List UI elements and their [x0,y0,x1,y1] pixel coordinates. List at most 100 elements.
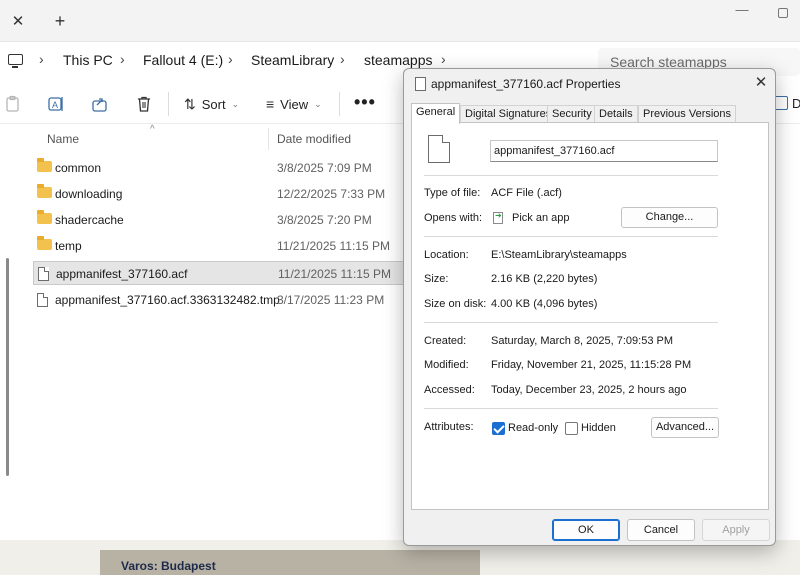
view-icon: ≡ [266,96,275,112]
details-pane-label[interactable]: D [792,96,800,111]
size-on-disk-value: 4.00 KB (4,096 bytes) [491,298,598,310]
svg-text:A: A [52,100,58,110]
item-date: 3/8/2025 7:20 PM [277,213,372,227]
properties-dialog: appmanifest_377160.acf Properties ✕ Gene… [403,68,776,546]
breadcrumb-this-pc[interactable]: This PC [63,52,113,68]
file-icon [38,267,49,281]
vertical-scrollbar[interactable] [6,258,9,476]
dialog-tabs: General Digital Signatures Security Deta… [411,103,771,124]
item-name: downloading [55,187,123,201]
more-options-button[interactable]: ••• [354,92,376,113]
item-name: temp [55,239,82,253]
sort-icon: ⇅ [184,95,196,112]
general-tab-panel: Type of file: ACF File (.acf) Opens with… [411,122,769,510]
chevron-right-icon[interactable]: › [39,51,44,67]
divider [424,175,718,176]
modified-label: Modified: [424,359,469,371]
item-date: 3/8/2025 7:09 PM [277,161,372,175]
type-value: ACF File (.acf) [491,187,562,199]
location-label: Location: [424,249,469,261]
size-value: 2.16 KB (2,220 bytes) [491,273,598,285]
item-name: appmanifest_377160.acf [56,267,188,281]
modified-value: Friday, November 21, 2025, 11:15:28 PM [491,359,692,371]
close-tab-icon[interactable]: ✕ [8,12,28,32]
sort-label: Sort [201,96,226,112]
breadcrumb-steamlibrary[interactable]: SteamLibrary [251,52,334,68]
view-button[interactable]: ≡ View ⌄ [266,94,322,114]
tab-previous-versions[interactable]: Previous Versions [638,105,737,123]
pick-app-icon [493,211,503,224]
size-label: Size: [424,273,449,285]
tab-digital-signatures[interactable]: Digital Signatures [460,105,557,123]
view-label: View [280,96,309,112]
tab-security[interactable]: Security [547,105,597,123]
change-button[interactable]: Change... [621,207,718,228]
location-value: E:\SteamLibrary\steamapps [491,249,627,261]
divider [424,322,718,323]
new-tab-icon[interactable]: + [50,10,70,32]
filename-field[interactable] [490,140,718,162]
readonly-checkbox[interactable] [492,422,505,435]
sort-button[interactable]: ⇅ Sort ⌄ [184,94,239,114]
type-label: Type of file: [424,187,481,199]
item-date: 11/21/2025 11:15 PM [278,267,391,281]
background-window-text: Varos: Budapest [121,559,216,573]
item-date: 11/21/2025 11:15 PM [277,239,390,253]
chevron-down-icon: ⌄ [231,98,240,109]
apply-button[interactable]: Apply [702,519,770,541]
accessed-label: Accessed: [424,384,475,396]
chevron-right-icon[interactable]: › [441,51,446,67]
sort-caret-icon: ^ [150,124,155,135]
item-name: common [55,161,102,175]
ok-button[interactable]: OK [552,519,620,541]
chevron-right-icon[interactable]: › [228,51,233,67]
cancel-button[interactable]: Cancel [627,519,695,541]
file-icon [428,135,450,163]
this-pc-icon[interactable] [8,54,23,68]
paste-icon[interactable] [4,95,22,113]
item-date: 12/22/2025 7:33 PM [277,187,386,201]
chevron-right-icon[interactable]: › [340,51,345,67]
rename-icon[interactable]: A [47,95,65,113]
share-icon[interactable] [91,95,109,113]
hidden-label[interactable]: Hidden [581,422,616,434]
created-label: Created: [424,335,467,347]
accessed-value: Today, December 23, 2025, 2 hours ago [491,384,687,396]
chevron-right-icon[interactable]: › [120,51,125,67]
explorer-titlebar: ✕ + — [0,0,800,42]
chevron-down-icon: ⌄ [314,98,322,109]
dialog-title: appmanifest_377160.acf Properties [431,77,621,91]
item-name: appmanifest_377160.acf.3363132482.tmp [55,293,280,307]
folder-icon [37,158,52,172]
tab-general[interactable]: General [411,103,461,124]
column-header-date[interactable]: Date modified [277,132,351,146]
maximize-icon[interactable] [778,8,788,18]
breadcrumb-steamapps[interactable]: steamapps [364,52,432,68]
folder-icon [37,184,52,198]
item-name: shadercache [55,213,124,227]
hidden-checkbox[interactable] [565,422,578,435]
folder-icon [37,236,52,250]
column-divider[interactable] [268,128,269,150]
minimize-icon[interactable]: — [734,2,750,22]
opens-with-label: Opens with: [424,212,483,224]
folder-icon [37,210,52,224]
divider [424,408,718,409]
divider [424,236,718,237]
column-header-name[interactable]: Name [47,132,79,146]
attributes-label: Attributes: [424,421,474,433]
item-date: 3/17/2025 11:23 PM [277,293,385,307]
size-on-disk-label: Size on disk: [424,298,487,310]
delete-icon[interactable] [135,95,153,113]
breadcrumb-drive[interactable]: Fallout 4 (E:) [143,52,223,68]
opens-with-value: Pick an app [512,212,570,224]
created-value: Saturday, March 8, 2025, 7:09:53 PM [491,335,674,347]
toolbar-divider [339,92,340,116]
tab-details[interactable]: Details [594,105,638,123]
file-icon [37,293,48,307]
details-pane-icon[interactable] [774,96,788,110]
close-icon[interactable]: ✕ [752,73,770,93]
file-icon [415,77,426,91]
advanced-button[interactable]: Advanced... [651,417,719,438]
readonly-label[interactable]: Read-only [508,422,558,434]
